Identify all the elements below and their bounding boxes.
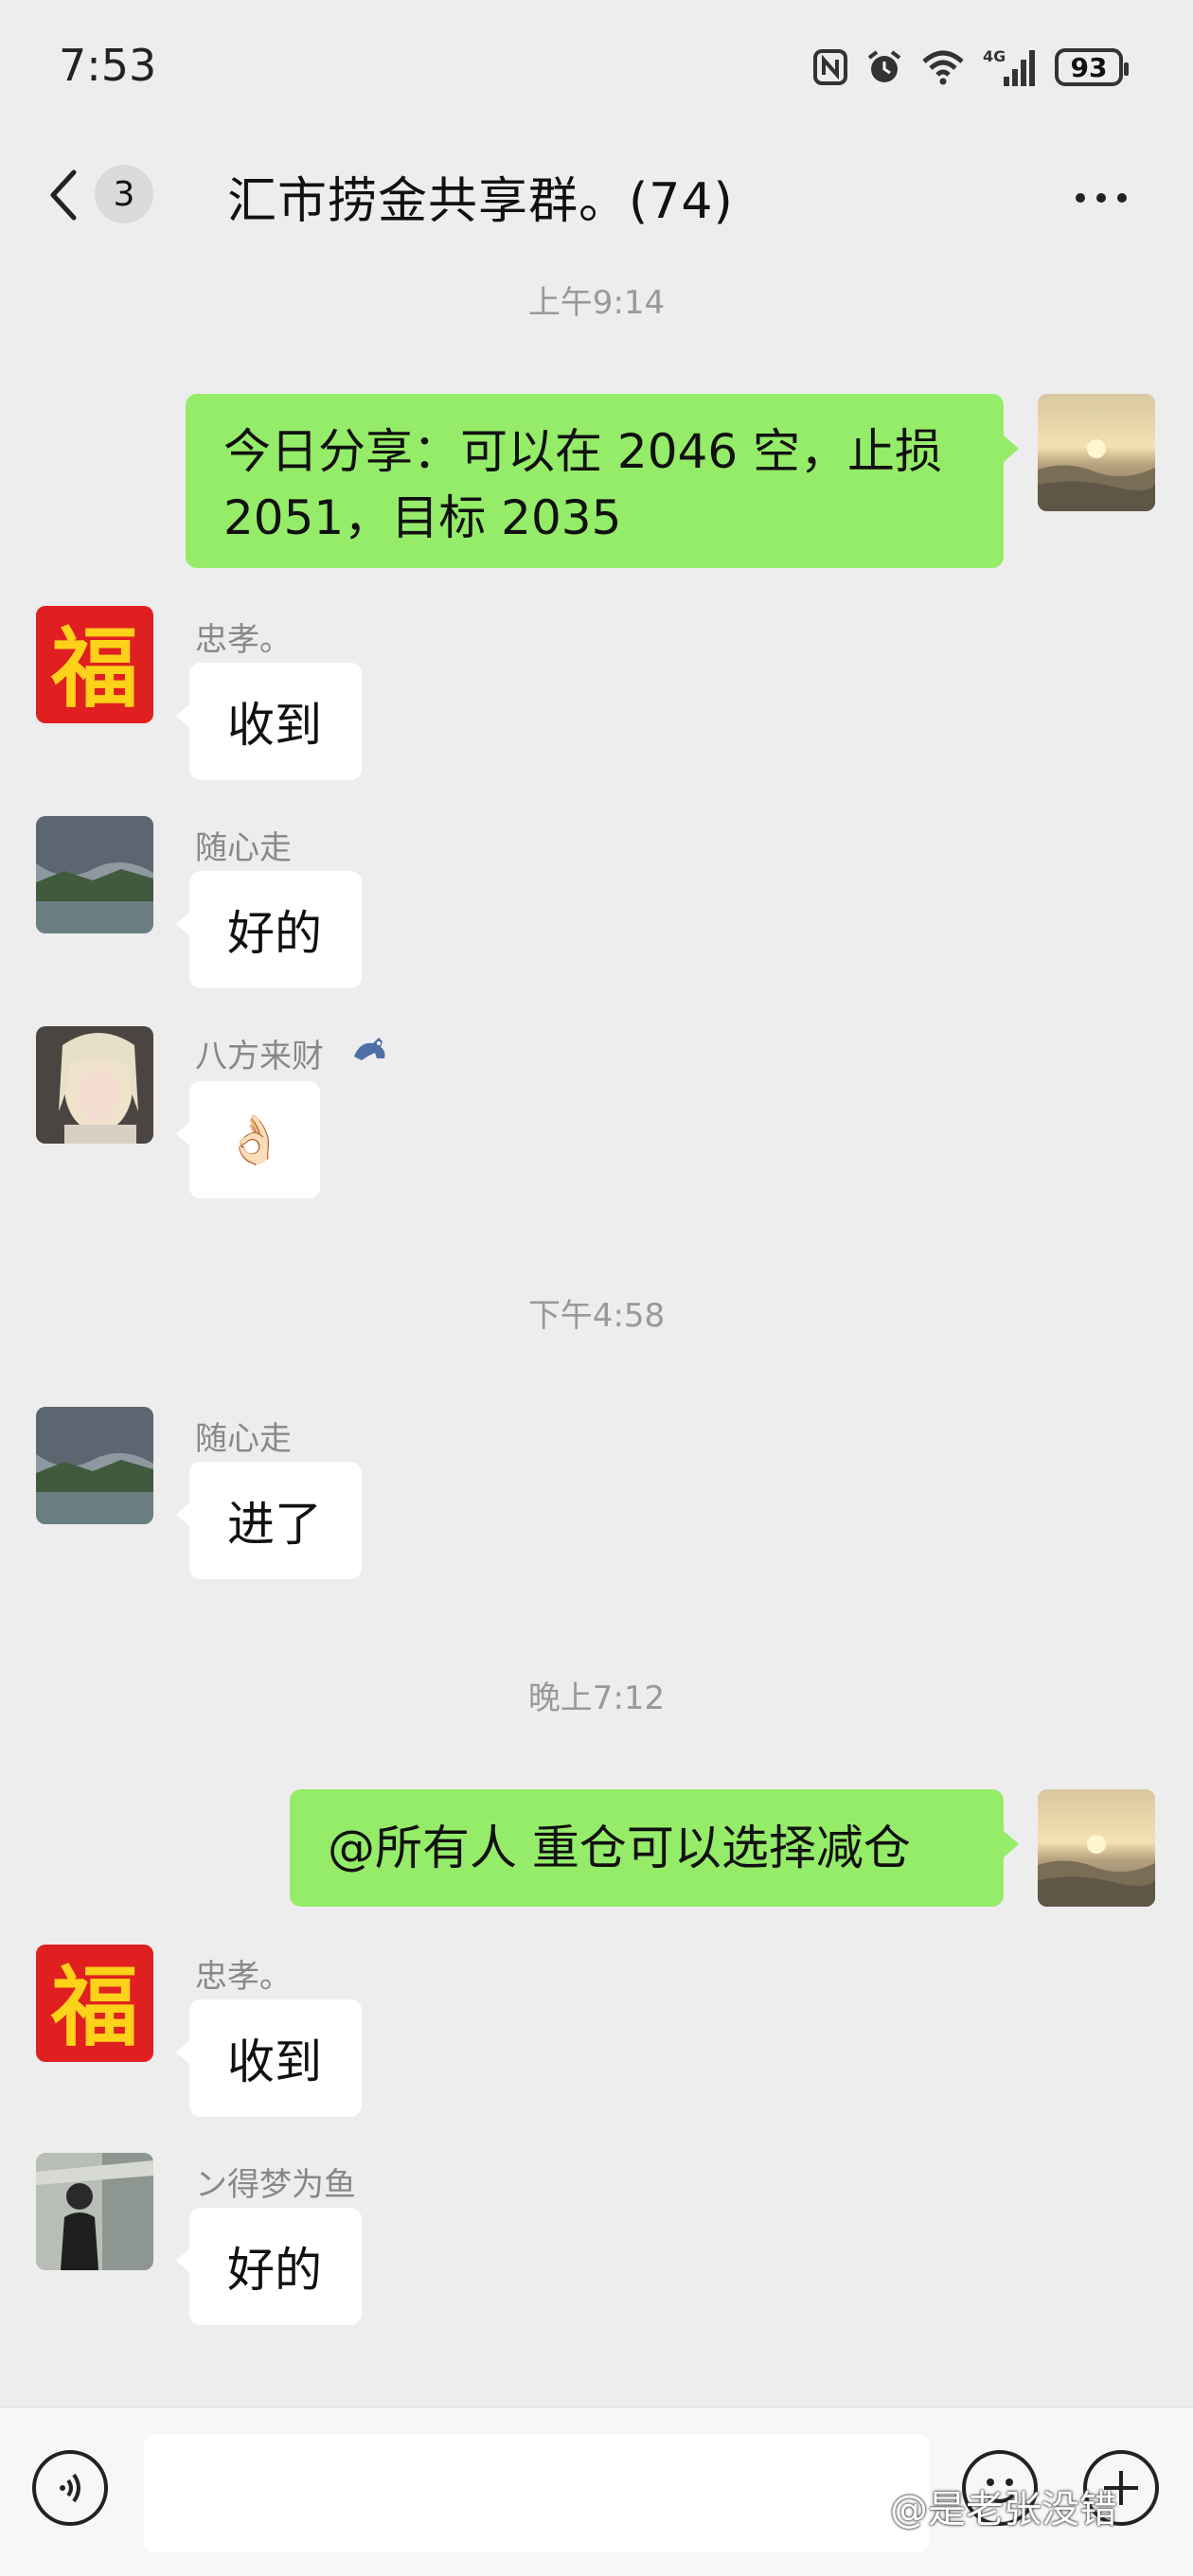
user-avatar-portrait[interactable] xyxy=(36,1026,153,1144)
tiger-badge-icon xyxy=(354,1038,385,1060)
nfc-icon xyxy=(813,49,847,85)
wifi-icon xyxy=(922,50,964,85)
more-options-icon[interactable] xyxy=(1076,193,1127,203)
user-avatar-landscape[interactable] xyxy=(36,1407,153,1524)
user-avatar-fu[interactable]: 福 xyxy=(36,606,153,723)
svg-text:福: 福 xyxy=(50,1957,138,2058)
chat-title: 汇市捞金共享群。(74) xyxy=(227,173,734,230)
outgoing-message-bubble[interactable]: @所有人 重仓可以选择减仓 xyxy=(290,1789,1019,1907)
sender-name: 随心走 xyxy=(195,829,292,867)
alarm-icon xyxy=(867,50,901,82)
signal-4g-icon: 4G xyxy=(983,47,1035,86)
sender-name: 忠孝。 xyxy=(195,1958,292,1996)
message-timestamp: 晚上7:12 xyxy=(527,1679,666,1717)
message-input[interactable] xyxy=(144,2435,930,2552)
message-timestamp: 上午9:14 xyxy=(527,284,666,322)
svg-text:福: 福 xyxy=(50,618,138,720)
voice-icon xyxy=(60,2473,80,2503)
voice-input-button[interactable] xyxy=(32,2450,108,2526)
incoming-message-bubble[interactable]: 好的 xyxy=(176,2208,362,2325)
incoming-emoji-bubble[interactable]: 👌🏻 xyxy=(176,1081,320,1199)
back-arrow-icon[interactable] xyxy=(45,167,83,223)
sender-name: ン得梦为鱼 xyxy=(195,2166,356,2204)
incoming-message-bubble[interactable]: 收到 xyxy=(176,663,362,780)
incoming-message-bubble[interactable]: 进了 xyxy=(176,1462,362,1579)
self-avatar[interactable] xyxy=(1038,1789,1155,1907)
outgoing-message-bubble[interactable]: 今日分享：可以在 2046 空，止损 2051，目标 2035 xyxy=(186,394,1019,568)
status-icons: 4G 93 xyxy=(812,45,1129,89)
svg-text:4G: 4G xyxy=(983,47,1006,65)
incoming-message-bubble[interactable]: 收到 xyxy=(176,1999,362,2117)
message-timestamp: 下午4:58 xyxy=(527,1297,666,1335)
sender-name: 八方来财 xyxy=(195,1038,324,1075)
sender-name: 随心走 xyxy=(195,1420,292,1458)
user-avatar-photo[interactable] xyxy=(36,2153,153,2270)
watermark: @是老张没错 xyxy=(890,2488,1117,2532)
self-avatar[interactable] xyxy=(1038,394,1155,511)
incoming-message-bubble[interactable]: 好的 xyxy=(176,871,362,988)
status-time: 7:53 xyxy=(59,40,157,91)
sender-name: 忠孝。 xyxy=(195,621,292,659)
unread-count-badge[interactable]: 3 xyxy=(95,165,153,223)
user-avatar-landscape[interactable] xyxy=(36,816,153,933)
battery-indicator: 93 xyxy=(1055,48,1129,86)
user-avatar-fu[interactable]: 福 xyxy=(36,1945,153,2062)
